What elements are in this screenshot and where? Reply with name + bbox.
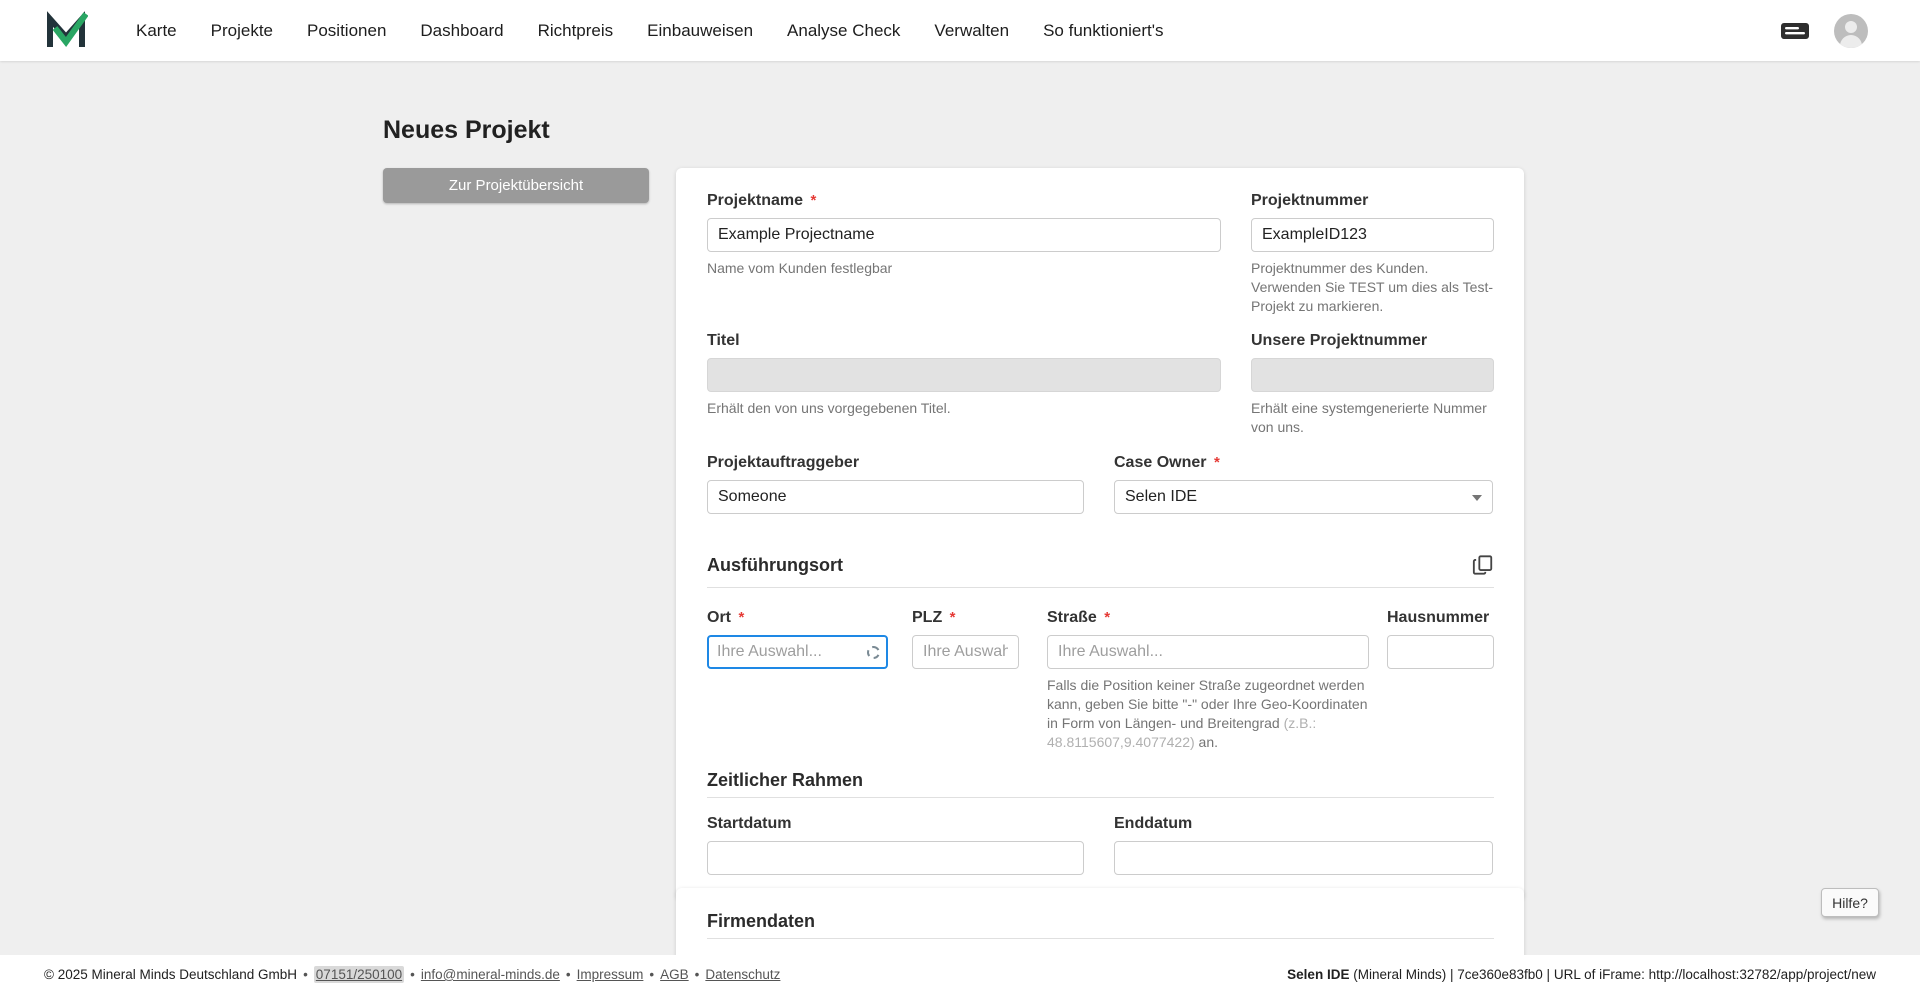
separator-dot: • xyxy=(649,967,655,982)
nav-item-projekte[interactable]: Projekte xyxy=(211,21,273,41)
field-strasse: Straße * Falls die Position keiner Straß… xyxy=(1047,608,1369,752)
firmendaten-title: Firmendaten xyxy=(707,911,816,931)
agb-link[interactable]: AGB xyxy=(660,967,689,982)
field-titel: Titel Erhält den von uns vorgegebenen Ti… xyxy=(707,331,1221,418)
section-firmendaten: Firmendaten xyxy=(707,911,1494,955)
field-ort: Ort * xyxy=(707,608,888,669)
server-icon[interactable] xyxy=(1780,21,1810,41)
page-title: Neues Projekt xyxy=(383,116,550,144)
email-link[interactable]: info@mineral-minds.de xyxy=(421,967,560,982)
field-startdatum: Startdatum xyxy=(707,814,1084,875)
projektnummer-helper: Projektnummer des Kunden. Verwenden Sie … xyxy=(1251,260,1494,314)
navbar-right xyxy=(1780,13,1920,48)
zeitlicher-rahmen-title: Zeitlicher Rahmen xyxy=(707,770,864,790)
separator-dot: • xyxy=(694,967,700,982)
field-projektauftraggeber: Projektauftraggeber xyxy=(707,453,1084,514)
strasse-helper: Falls die Position keiner Straße zugeord… xyxy=(1047,676,1369,752)
strasse-label: Straße xyxy=(1047,609,1097,626)
separator-dot: • xyxy=(410,967,415,982)
strasse-helper-main: Falls die Position keiner Straße zugeord… xyxy=(1047,677,1368,731)
impressum-link[interactable]: Impressum xyxy=(577,967,644,982)
project-overview-button[interactable]: Zur Projektübersicht xyxy=(383,168,649,203)
nav-item-einbauweisen[interactable]: Einbauweisen xyxy=(647,21,753,41)
top-navbar: Karte Projekte Positionen Dashboard Rich… xyxy=(0,0,1920,61)
case-owner-label: Case Owner xyxy=(1114,454,1207,471)
chevron-down-icon xyxy=(1472,495,1482,501)
unsere-projektnummer-helper: Erhält eine systemgenerierte Nummer von … xyxy=(1251,400,1487,435)
section-ausfuehrungsort: Ausführungsort xyxy=(707,545,1494,588)
strasse-input[interactable] xyxy=(1047,635,1369,669)
field-case-owner: Case Owner * Selen IDE xyxy=(1114,453,1493,514)
field-hausnummer: Hausnummer xyxy=(1387,608,1494,669)
nav-item-positionen[interactable]: Positionen xyxy=(307,21,386,41)
project-form-card: Projektname * Name vom Kunden festlegbar… xyxy=(676,168,1524,900)
case-owner-select[interactable]: Selen IDE xyxy=(1114,480,1493,514)
separator-dot: • xyxy=(303,967,308,982)
field-projektnummer: Projektnummer Projektnummer des Kunden. … xyxy=(1251,191,1494,316)
nav-item-verwalten[interactable]: Verwalten xyxy=(934,21,1009,41)
help-button[interactable]: Hilfe? xyxy=(1821,888,1879,917)
loading-spinner-icon xyxy=(867,645,880,659)
strasse-helper-end: an. xyxy=(1194,733,1219,750)
ort-input[interactable] xyxy=(717,643,867,661)
titel-label: Titel xyxy=(707,332,740,349)
ausfuehrungsort-title: Ausführungsort xyxy=(707,554,843,575)
copyright-text: © 2025 Mineral Minds Deutschland GmbH xyxy=(44,967,298,982)
titel-helper: Erhält den von uns vorgegebenen Titel. xyxy=(707,400,951,416)
enddatum-label: Enddatum xyxy=(1114,815,1193,832)
case-owner-selected-value: Selen IDE xyxy=(1125,488,1198,505)
projektname-input[interactable] xyxy=(707,218,1221,252)
mineral-minds-logo-icon[interactable] xyxy=(44,9,89,53)
required-marker: * xyxy=(810,192,817,209)
hausnummer-label: Hausnummer xyxy=(1387,609,1490,626)
nav-item-analyse-check[interactable]: Analyse Check xyxy=(787,21,900,41)
hausnummer-input[interactable] xyxy=(1387,635,1494,669)
required-marker: * xyxy=(1104,609,1111,626)
plz-input[interactable] xyxy=(912,635,1019,669)
field-enddatum: Enddatum xyxy=(1114,814,1493,875)
avatar-body xyxy=(1840,34,1862,48)
session-info: Selen IDE (Mineral Minds) | 7ce360e83fb0… xyxy=(1287,967,1876,982)
field-unsere-projektnummer: Unsere Projektnummer Erhält eine systemg… xyxy=(1251,331,1494,437)
projektname-label: Projektname xyxy=(707,192,804,209)
nav-item-karte[interactable]: Karte xyxy=(136,21,177,41)
copy-icon[interactable] xyxy=(1472,554,1494,576)
session-details: (Mineral Minds) | 7ce360e83fb0 | URL of … xyxy=(1349,967,1876,982)
footer-info: © 2025 Mineral Minds Deutschland GmbH • … xyxy=(44,966,780,983)
phone-link[interactable]: 07151/250100 xyxy=(313,966,405,983)
main-nav: Karte Projekte Positionen Dashboard Rich… xyxy=(136,21,1164,41)
plz-label: PLZ xyxy=(912,609,943,626)
startdatum-input[interactable] xyxy=(707,841,1084,875)
nav-item-richtpreis[interactable]: Richtpreis xyxy=(538,21,614,41)
footer: © 2025 Mineral Minds Deutschland GmbH • … xyxy=(0,955,1920,994)
required-marker: * xyxy=(738,609,745,626)
titel-input xyxy=(707,358,1221,392)
ort-input-wrapper xyxy=(707,635,888,669)
startdatum-label: Startdatum xyxy=(707,815,792,832)
section-zeitlicher-rahmen: Zeitlicher Rahmen xyxy=(707,770,1494,814)
required-marker: * xyxy=(949,609,956,626)
projektnummer-input[interactable] xyxy=(1251,218,1494,252)
nav-item-dashboard[interactable]: Dashboard xyxy=(420,21,503,41)
projektnummer-label: Projektnummer xyxy=(1251,192,1369,209)
unsere-projektnummer-label: Unsere Projektnummer xyxy=(1251,332,1428,349)
required-marker: * xyxy=(1213,454,1220,471)
separator-dot: • xyxy=(565,967,571,982)
projektname-helper: Name vom Kunden festlegbar xyxy=(707,260,893,276)
field-projektname: Projektname * Name vom Kunden festlegbar xyxy=(707,191,1221,278)
datenschutz-link[interactable]: Datenschutz xyxy=(705,967,780,982)
ort-label: Ort xyxy=(707,609,731,626)
projektauftraggeber-label: Projektauftraggeber xyxy=(707,454,860,471)
avatar-head xyxy=(1845,20,1857,33)
enddatum-input[interactable] xyxy=(1114,841,1493,875)
session-user: Selen IDE xyxy=(1287,967,1350,982)
field-plz: PLZ * xyxy=(912,608,1019,669)
unsere-projektnummer-input xyxy=(1251,358,1494,392)
user-avatar[interactable] xyxy=(1834,13,1868,48)
nav-item-so-funktionierts[interactable]: So funktioniert's xyxy=(1043,21,1163,41)
projektauftraggeber-input[interactable] xyxy=(707,480,1084,514)
